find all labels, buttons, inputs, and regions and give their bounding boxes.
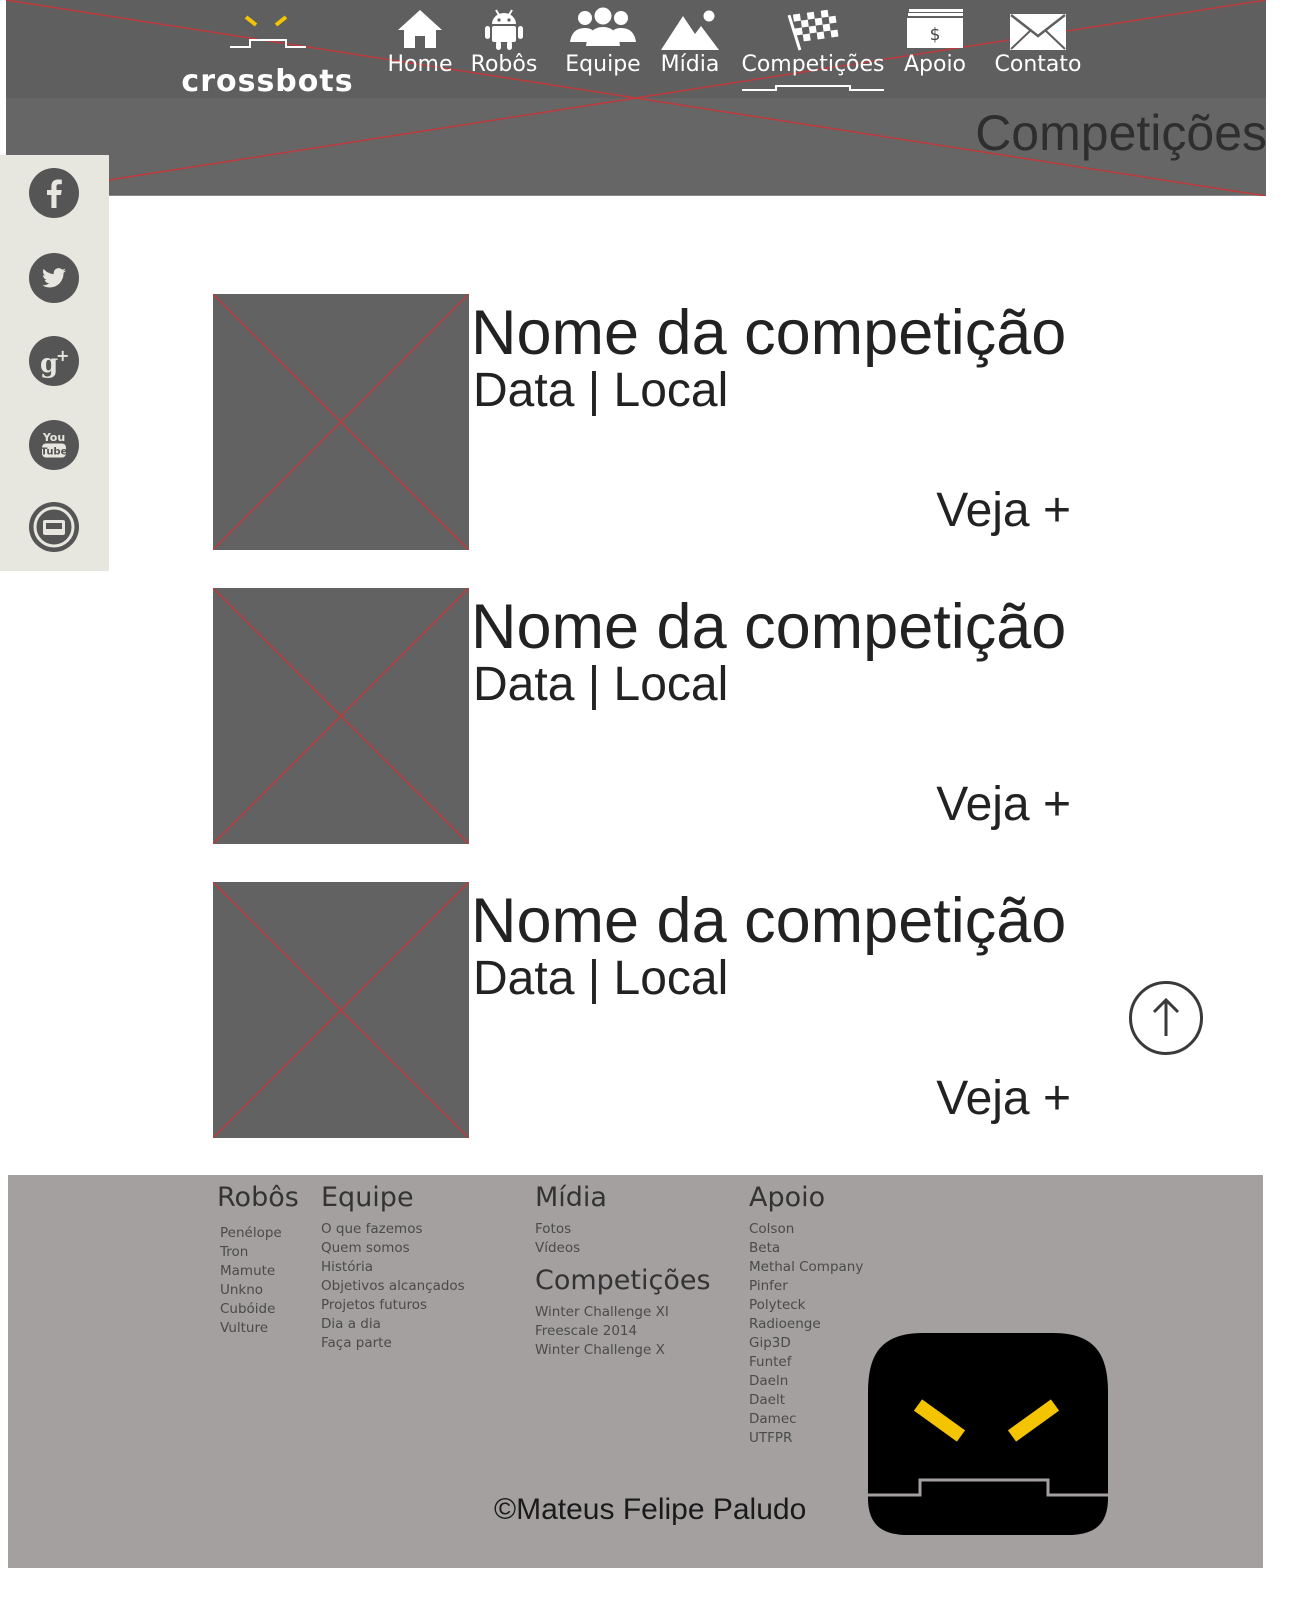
footer-link[interactable]: O que fazemos: [321, 1220, 465, 1239]
footer-link[interactable]: Methal Company: [749, 1258, 863, 1277]
nav-item-media[interactable]: Mídia: [656, 6, 724, 94]
svg-text:You: You: [42, 431, 65, 444]
twitter-icon[interactable]: [29, 253, 79, 303]
competition-name: Nome da competição: [471, 592, 1067, 662]
footer-link[interactable]: Fotos: [535, 1220, 711, 1239]
google-plus-icon[interactable]: g +: [29, 336, 79, 386]
android-robot-icon: [468, 6, 540, 52]
nav-label: Home: [387, 52, 453, 77]
footer-link[interactable]: Pinfer: [749, 1277, 863, 1296]
competition-card: Nome da competição Data | Local Veja +: [213, 294, 1083, 550]
footer-link[interactable]: Objetivos alcançados: [321, 1277, 465, 1296]
footer-link[interactable]: Cubóide: [220, 1300, 299, 1319]
footer-support-column: Apoio Colson Beta Methal Company Pinfer …: [749, 1180, 863, 1448]
competition-image[interactable]: [213, 294, 469, 550]
footer-link[interactable]: Unkno: [220, 1281, 299, 1300]
footer-link[interactable]: Dia a dia: [321, 1315, 465, 1334]
competition-card: Nome da competição Data | Local Veja +: [213, 588, 1083, 844]
footer-heading[interactable]: Apoio: [749, 1180, 863, 1216]
page-title: Competições: [975, 105, 1267, 161]
competition-name: Nome da competição: [471, 886, 1067, 956]
social-sidebar: g + You Tube: [0, 155, 109, 571]
footer-heading[interactable]: Competições: [535, 1263, 711, 1299]
crossbots-logo[interactable]: crossbots: [160, 10, 375, 99]
checkered-flag-icon: [740, 6, 886, 52]
robot-mascot-icon: [868, 1333, 1108, 1535]
footer-link[interactable]: Mamute: [220, 1262, 299, 1281]
footer-link[interactable]: Penélope: [220, 1224, 299, 1243]
nav-item-competitions[interactable]: Competições: [740, 6, 886, 94]
nav-item-home[interactable]: Home: [386, 6, 454, 94]
footer-link[interactable]: Polyteck: [749, 1296, 863, 1315]
svg-text:$: $: [930, 25, 941, 45]
arrow-up-icon: [1152, 997, 1180, 1036]
footer-link[interactable]: Colson: [749, 1220, 863, 1239]
footer-link[interactable]: Gip3D: [749, 1334, 863, 1353]
footer-link[interactable]: UTFPR: [749, 1429, 863, 1448]
footer-link[interactable]: Quem somos: [321, 1239, 465, 1258]
footer-link[interactable]: Tron: [220, 1243, 299, 1262]
footer-heading[interactable]: Robôs: [217, 1180, 299, 1216]
nav-label: Contato: [994, 52, 1082, 77]
footer: Robôs Penélope Tron Mamute Unkno Cubóide…: [8, 1175, 1263, 1568]
footer-link[interactable]: Winter Challenge X: [535, 1341, 711, 1360]
footer-link[interactable]: Vídeos: [535, 1239, 711, 1258]
mountain-image-icon: [656, 6, 724, 52]
svg-text:Tube: Tube: [41, 447, 68, 458]
money-icon: $: [898, 6, 972, 52]
back-to-top-button[interactable]: [1129, 981, 1203, 1055]
email-icon[interactable]: [29, 502, 79, 552]
logo-wordmark: crossbots: [181, 64, 354, 99]
youtube-icon[interactable]: You Tube: [29, 420, 79, 470]
envelope-icon: [990, 6, 1086, 52]
footer-heading[interactable]: Equipe: [321, 1180, 465, 1216]
nav-item-team[interactable]: Equipe: [562, 6, 644, 94]
group-icon: [562, 6, 644, 52]
footer-link[interactable]: Funtef: [749, 1353, 863, 1372]
footer-link[interactable]: Radioenge: [749, 1315, 863, 1334]
footer-link[interactable]: Faça parte: [321, 1334, 465, 1353]
competition-date-location: Data | Local: [473, 364, 729, 417]
competition-name: Nome da competição: [471, 298, 1067, 368]
nav-label: Competições: [741, 52, 885, 77]
nav-label: Apoio: [903, 52, 967, 77]
see-more-link[interactable]: Veja +: [936, 778, 1071, 832]
logo-robot-face-icon: [230, 15, 306, 48]
nav-label: Equipe: [565, 52, 641, 77]
footer-link[interactable]: Daeln: [749, 1372, 863, 1391]
competition-image[interactable]: [213, 588, 469, 844]
page: crossbots Home Robôs Equipe Mídia Compet…: [0, 0, 1291, 1598]
footer-heading[interactable]: Mídia: [535, 1180, 711, 1216]
footer-link[interactable]: Damec: [749, 1410, 863, 1429]
facebook-icon[interactable]: [29, 168, 79, 218]
footer-link[interactable]: Freescale 2014: [535, 1322, 711, 1341]
see-more-link[interactable]: Veja +: [936, 1072, 1071, 1126]
nav-label: Robôs: [470, 52, 538, 77]
nav-item-robots[interactable]: Robôs: [468, 6, 540, 94]
footer-robots-column: Robôs Penélope Tron Mamute Unkno Cubóide…: [217, 1180, 299, 1338]
nav-label: Mídia: [660, 52, 720, 77]
competition-date-location: Data | Local: [473, 952, 729, 1005]
footer-team-column: Equipe O que fazemos Quem somos História…: [321, 1180, 465, 1353]
footer-link[interactable]: Winter Challenge XI: [535, 1303, 711, 1322]
footer-media-column: Mídia Fotos Vídeos Competições Winter Ch…: [535, 1180, 711, 1360]
footer-link[interactable]: Beta: [749, 1239, 863, 1258]
nav-item-support[interactable]: $ Apoio: [898, 6, 972, 94]
competition-date-location: Data | Local: [473, 658, 729, 711]
see-more-link[interactable]: Veja +: [936, 484, 1071, 538]
active-nav-indicator: [742, 85, 884, 91]
footer-link[interactable]: Projetos futuros: [321, 1296, 465, 1315]
footer-link[interactable]: Vulture: [220, 1319, 299, 1338]
competition-image[interactable]: [213, 882, 469, 1138]
footer-link[interactable]: História: [321, 1258, 465, 1277]
footer-link[interactable]: Daelt: [749, 1391, 863, 1410]
home-icon: [386, 6, 454, 52]
svg-text:+: +: [56, 346, 69, 365]
nav-item-contact[interactable]: Contato: [990, 6, 1086, 94]
competition-card: Nome da competição Data | Local Veja +: [213, 882, 1083, 1138]
copyright-text: ©Mateus Felipe Paludo: [494, 1493, 807, 1526]
